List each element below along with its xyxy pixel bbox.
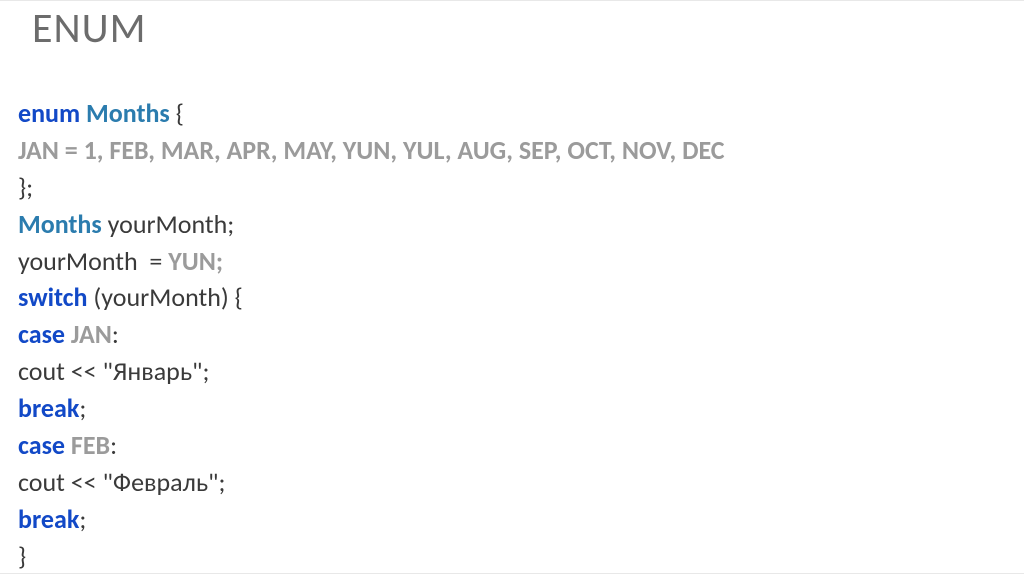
cout-jan: cout << "Январь"; <box>18 355 209 387</box>
keyword-enum: enum <box>18 97 80 129</box>
semi-2: ; <box>79 503 86 535</box>
colon-2: : <box>110 429 117 461</box>
keyword-break-2: break <box>18 503 79 535</box>
keyword-case-1: case <box>18 318 65 350</box>
code-line-12: break; <box>18 503 86 535</box>
semi-1: ; <box>79 392 86 424</box>
code-line-9: break; <box>18 392 86 424</box>
code-block: enum Months { JAN = 1, FEB, MAR, APR, MA… <box>18 58 1006 574</box>
case-val-feb: FEB <box>65 429 110 461</box>
code-line-1: enum Months { <box>18 97 184 129</box>
var-decl: yourMonth; <box>102 208 234 240</box>
keyword-break-1: break <box>18 392 79 424</box>
brace-open: { <box>170 97 184 129</box>
case-val-jan: JAN <box>65 318 112 350</box>
type-months-decl: Months <box>18 208 102 240</box>
slide: ENUM enum Months { JAN = 1, FEB, MAR, AP… <box>0 0 1024 574</box>
code-line-7: case JAN: <box>18 318 119 350</box>
code-line-4: Months yourMonth; <box>18 208 234 240</box>
code-line-11: cout << "Февраль"; <box>18 466 225 498</box>
code-line-6: switch (yourMonth) { <box>18 281 243 313</box>
code-line-10: case FEB: <box>18 429 117 461</box>
keyword-case-2: case <box>18 429 65 461</box>
assign-rhs: YUN; <box>168 245 223 277</box>
switch-expr: (yourMonth) { <box>88 281 243 313</box>
code-line-5: yourMonth = YUN; <box>18 245 223 277</box>
cout-feb: cout << "Февраль"; <box>18 466 225 498</box>
colon-1: : <box>112 318 119 350</box>
enum-values: JAN = 1, FEB, MAR, APR, MAY, YUN, YUL, A… <box>18 134 725 166</box>
code-line-3: }; <box>18 171 33 203</box>
code-line-13: } <box>18 540 26 572</box>
keyword-switch: switch <box>18 281 88 313</box>
assign-lhs: yourMonth = <box>18 245 168 277</box>
code-line-2: JAN = 1, FEB, MAR, APR, MAY, YUN, YUL, A… <box>18 134 725 166</box>
code-line-8: cout << "Январь"; <box>18 355 209 387</box>
slide-title: ENUM <box>32 3 1006 54</box>
type-months: Months <box>86 97 170 129</box>
